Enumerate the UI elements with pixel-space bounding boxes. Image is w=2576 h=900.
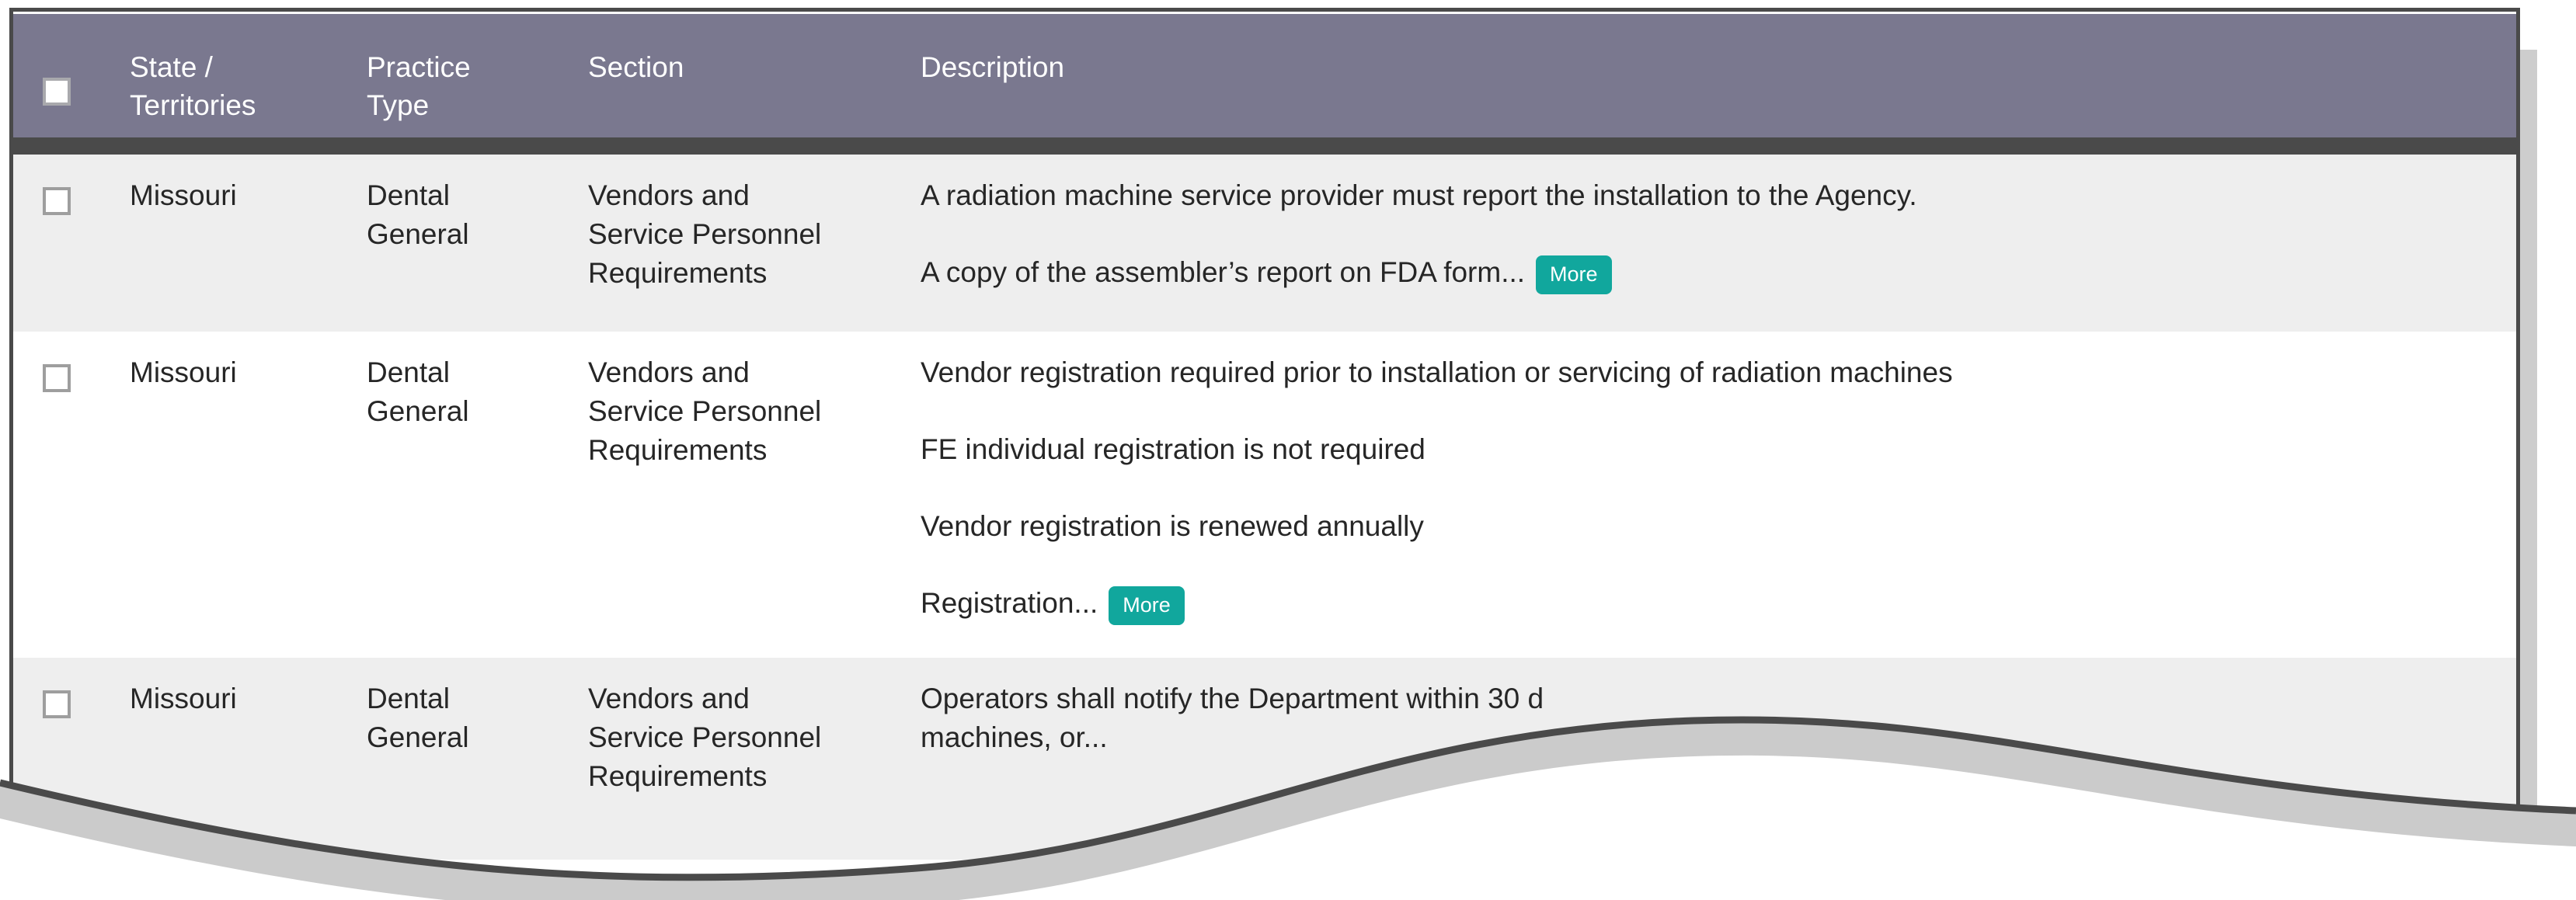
select-all-checkbox-cell[interactable]: [43, 78, 89, 106]
table-row[interactable]: Missouri Dental General Vendors and Serv…: [13, 658, 2516, 860]
description-line-text: A copy of the assembler’s report on FDA …: [921, 256, 1526, 288]
results-table-panel: State / Territories Practice Type Sectio…: [9, 8, 2520, 870]
column-header-description[interactable]: Description: [921, 48, 2501, 86]
table-row[interactable]: Missouri Dental General Vendors and Serv…: [13, 332, 2516, 658]
header-separator: [13, 137, 2516, 155]
results-table: State / Territories Practice Type Sectio…: [13, 12, 2516, 870]
description-line: Vendor registration required prior to in…: [921, 356, 1953, 388]
column-header-section[interactable]: Section: [588, 48, 899, 86]
more-button[interactable]: More: [1536, 255, 1612, 294]
description-line: machines, or...: [921, 721, 1108, 753]
row-select-checkbox[interactable]: [43, 690, 71, 718]
row-checkbox-cell[interactable]: [43, 690, 89, 718]
cell-section-line3: Requirements: [588, 434, 768, 466]
cell-section-line2: Service Personnel: [588, 395, 822, 427]
cell-section: Vendors and Service Personnel Requiremen…: [588, 353, 899, 470]
column-header-state-line2: Territories: [130, 89, 256, 121]
description-line: Operators shall notify the Department wi…: [921, 683, 1544, 714]
cell-practice-line2: General: [367, 395, 469, 427]
description-line: FE individual registration is not requir…: [921, 433, 1426, 465]
description-line-text: Registration...: [921, 587, 1098, 619]
cell-practice-line2: General: [367, 218, 469, 250]
cell-practice-line1: Dental: [367, 179, 450, 211]
cell-section-line1: Vendors and: [588, 179, 750, 211]
cell-practice-type: Dental General: [367, 679, 561, 757]
cell-description: Vendor registration required prior to in…: [921, 353, 2501, 625]
row-checkbox-cell[interactable]: [43, 364, 89, 392]
cell-state: Missouri: [130, 179, 237, 211]
column-header-practice-line1: Practice: [367, 51, 471, 83]
cell-section-line1: Vendors and: [588, 356, 750, 388]
row-checkbox-cell[interactable]: [43, 187, 89, 215]
cell-section-line3: Requirements: [588, 257, 768, 289]
cell-description: A radiation machine service provider mus…: [921, 176, 2501, 294]
cell-section-line2: Service Personnel: [588, 218, 822, 250]
cell-practice-type: Dental General: [367, 176, 561, 254]
column-header-state[interactable]: State / Territories: [130, 48, 256, 124]
cell-section: Vendors and Service Personnel Requiremen…: [588, 679, 899, 796]
cell-section-line2: Service Personnel: [588, 721, 822, 753]
select-all-checkbox[interactable]: [43, 78, 71, 106]
description-line: A radiation machine service provider mus…: [921, 179, 1917, 211]
description-line: Vendor registration is renewed annually: [921, 510, 1424, 542]
cell-description: Operators shall notify the Department wi…: [921, 679, 2501, 757]
cell-state: Missouri: [130, 683, 237, 714]
description-line: A copy of the assembler’s report on FDA …: [921, 253, 2501, 294]
row-select-checkbox[interactable]: [43, 187, 71, 215]
cell-section-line1: Vendors and: [588, 683, 750, 714]
cell-practice-line1: Dental: [367, 356, 450, 388]
column-header-section-label: Section: [588, 51, 684, 83]
cell-practice-line2: General: [367, 721, 469, 753]
column-header-practice-type[interactable]: Practice Type: [367, 48, 561, 124]
more-button[interactable]: More: [1109, 586, 1185, 625]
column-header-state-line1: State /: [130, 51, 213, 83]
screenshot-root: State / Territories Practice Type Sectio…: [0, 0, 2576, 900]
cell-state: Missouri: [130, 356, 237, 388]
table-header-row: State / Territories Practice Type Sectio…: [13, 12, 2516, 137]
table-row[interactable]: Missouri Dental General Vendors and Serv…: [13, 155, 2516, 332]
description-line: Registration... More: [921, 584, 2501, 625]
cell-practice-line1: Dental: [367, 683, 450, 714]
column-header-practice-line2: Type: [367, 89, 430, 121]
row-select-checkbox[interactable]: [43, 364, 71, 392]
column-header-description-label: Description: [921, 51, 1065, 83]
cell-section-line3: Requirements: [588, 760, 768, 792]
cell-section: Vendors and Service Personnel Requiremen…: [588, 176, 899, 293]
cell-practice-type: Dental General: [367, 353, 561, 431]
